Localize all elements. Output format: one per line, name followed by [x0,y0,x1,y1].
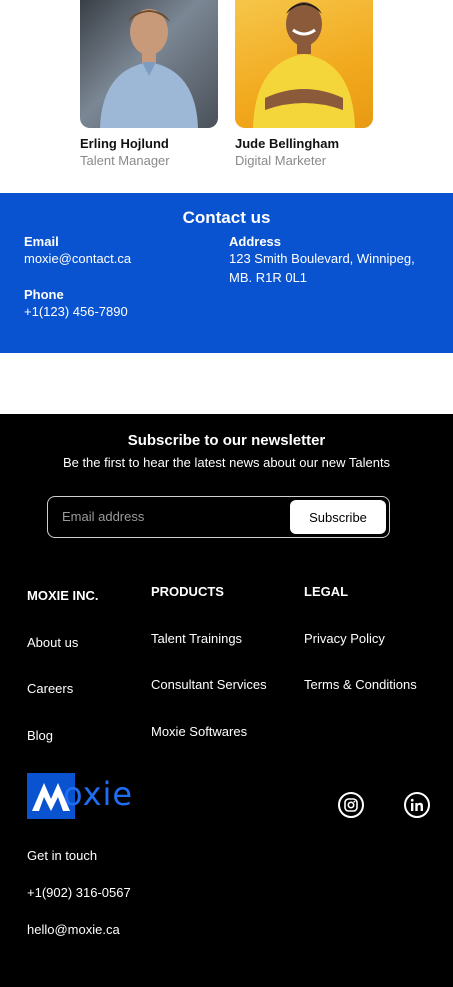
contact-title: Contact us [182,208,271,227]
team-photo-erling [80,0,218,128]
email-label: Email [24,234,59,249]
address-line-1: 123 Smith Boulevard, Winnipeg, [229,251,415,266]
footer-email-link[interactable]: hello@moxie.ca [27,922,120,937]
logo-text: oxie [63,775,134,813]
linkedin-icon[interactable] [404,792,430,818]
contact-phone-link[interactable]: +1(123) 456-7890 [24,303,128,321]
team-role: Talent Manager [80,153,170,168]
link-about-us[interactable]: About us [27,635,78,650]
column-heading-moxie: MOXIE INC. [27,588,99,603]
newsletter-subtitle: Be the first to hear the latest news abo… [62,455,391,470]
team-photo-jude [235,0,373,128]
footer-phone-link[interactable]: +1(902) 316-0567 [27,885,131,900]
instagram-icon[interactable] [338,792,364,818]
link-privacy-policy[interactable]: Privacy Policy [304,631,385,646]
column-heading-products: PRODUCTS [151,584,224,599]
team-name: Jude Bellingham [235,136,340,151]
newsletter-title: Subscribe to our newsletter [127,432,326,449]
subscribe-button[interactable]: Subscribe [290,500,386,534]
link-moxie-softwares[interactable]: Moxie Softwares [151,724,247,739]
email-input[interactable] [62,509,262,524]
column-heading-legal: LEGAL [304,584,349,599]
team-name: Erling Hojlund [80,136,169,151]
link-consultant-services[interactable]: Consultant Services [151,677,267,692]
address-label: Address [229,234,282,249]
link-talent-trainings[interactable]: Talent Trainings [151,631,242,646]
phone-label: Phone [24,287,64,302]
link-terms-conditions[interactable]: Terms & Conditions [304,677,417,692]
footer: Subscribe to our newsletter Be the first… [0,414,453,987]
team-role: Digital Marketer [235,153,327,168]
address-line-2: MB. R1R 0L1 [229,270,308,285]
moxie-logo[interactable]: oxie [27,773,142,819]
link-careers[interactable]: Careers [27,681,73,696]
contact-email-link[interactable]: moxie@contact.ca [24,250,131,268]
contact-section: Contact us Email moxie@contact.ca Phone … [0,193,453,353]
get-in-touch-label: Get in touch [27,848,98,863]
link-blog[interactable]: Blog [27,728,53,743]
newsletter-form: Subscribe [47,496,390,538]
